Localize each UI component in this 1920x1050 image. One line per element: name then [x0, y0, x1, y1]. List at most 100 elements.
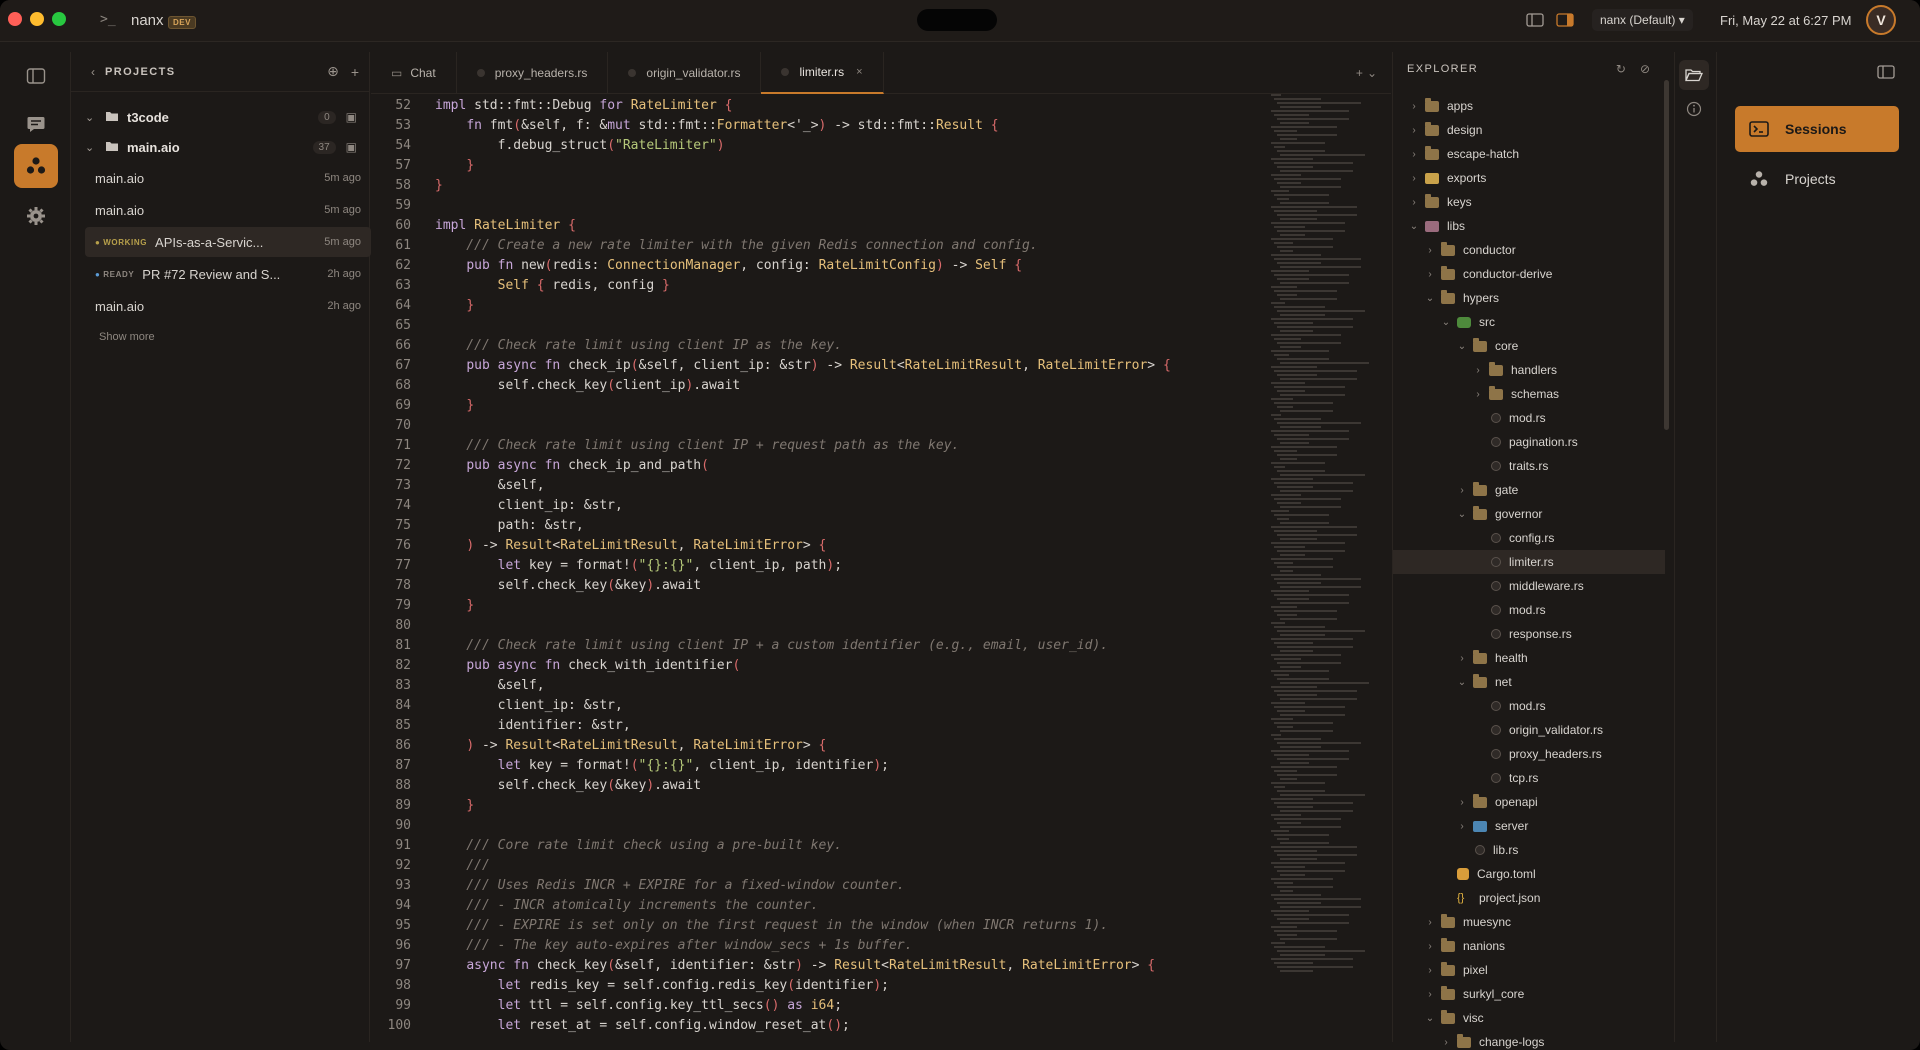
chevron-right-icon[interactable]: › [1423, 245, 1437, 256]
settings-button[interactable] [14, 194, 58, 238]
tree-folder-item[interactable]: › change-logs [1393, 1030, 1665, 1050]
hide-icon[interactable]: ⊘ [1640, 62, 1650, 76]
project-group-main-aio[interactable]: ⌄ main.aio 37 ▣ [71, 132, 371, 162]
code-line[interactable]: 77 let key = format!("{}:{}", client_ip,… [371, 556, 1271, 576]
tree-file-item[interactable]: proxy_headers.rs [1393, 742, 1665, 766]
chevron-right-icon[interactable]: › [1407, 149, 1421, 160]
tab-proxy-headers[interactable]: proxy_headers.rs [457, 52, 609, 94]
tree-folder-item[interactable]: › openapi [1393, 790, 1665, 814]
code-line[interactable]: 74 client_ip: &str, [371, 496, 1271, 516]
chevron-right-icon[interactable]: › [1407, 125, 1421, 136]
code-line[interactable]: 70 [371, 416, 1271, 436]
chevron-down-icon[interactable]: ⌄ [1423, 293, 1437, 304]
code-line[interactable]: 96 /// - The key auto-expires after wind… [371, 936, 1271, 956]
chevron-right-icon[interactable]: › [1455, 653, 1469, 664]
code-line[interactable]: 75 path: &str, [371, 516, 1271, 536]
session-item-active[interactable]: ● WORKING APIs-as-a-Servic... 5m ago [85, 227, 371, 257]
code-line[interactable]: 84 client_ip: &str, [371, 696, 1271, 716]
chevron-down-icon[interactable]: ⌄ [1455, 509, 1469, 520]
tree-folder-item[interactable]: ⌄ visc [1393, 1006, 1665, 1030]
code-line[interactable]: 92 /// [371, 856, 1271, 876]
code-line[interactable]: 82 pub async fn check_with_identifier( [371, 656, 1271, 676]
code-line[interactable]: 93 /// Uses Redis INCR + EXPIRE for a fi… [371, 876, 1271, 896]
add-project-icon[interactable]: + [351, 64, 359, 80]
tree-folder-item[interactable]: ⌄ hypers [1393, 286, 1665, 310]
workspace-selector[interactable]: nanx (Default) ▾ [1592, 9, 1693, 31]
chat-button[interactable] [14, 102, 58, 146]
tree-file-item[interactable]: pagination.rs [1393, 430, 1665, 454]
collapse-chevron-icon[interactable]: ‹ [91, 65, 95, 79]
chevron-right-icon[interactable]: › [1407, 197, 1421, 208]
code-line[interactable]: 58} [371, 176, 1271, 196]
code-line[interactable]: 97 async fn check_key(&self, identifier:… [371, 956, 1271, 976]
code-line[interactable]: 86 ) -> Result<RateLimitResult, RateLimi… [371, 736, 1271, 756]
code-line[interactable]: 57 } [371, 156, 1271, 176]
code-line[interactable]: 63 Self { redis, config } [371, 276, 1271, 296]
tree-file-item[interactable]: origin_validator.rs [1393, 718, 1665, 742]
tree-folder-item[interactable]: › pixel [1393, 958, 1665, 982]
code-line[interactable]: 73 &self, [371, 476, 1271, 496]
tree-folder-item[interactable]: ⌄ governor [1393, 502, 1665, 526]
code-line[interactable]: 67 pub async fn check_ip(&self, client_i… [371, 356, 1271, 376]
tree-folder-item[interactable]: › health [1393, 646, 1665, 670]
info-button[interactable] [1679, 94, 1709, 124]
code-line[interactable]: 60 impl RateLimiter { [371, 216, 1271, 236]
code-line[interactable]: 52 impl std::fmt::Debug for RateLimiter { [371, 96, 1271, 116]
chevron-right-icon[interactable]: › [1423, 965, 1437, 976]
tree-folder-item[interactable]: › nanions [1393, 934, 1665, 958]
chevron-right-icon[interactable]: › [1423, 989, 1437, 1000]
tree-folder-item[interactable]: › handlers [1393, 358, 1665, 382]
tree-folder-item[interactable]: › escape-hatch [1393, 142, 1665, 166]
explorer-toggle-button[interactable] [1679, 60, 1709, 90]
zoom-window-button[interactable] [52, 12, 66, 26]
code-area[interactable]: 52 impl std::fmt::Debug for RateLimiter {… [371, 96, 1271, 1042]
session-item[interactable]: ● READY PR #72 Review and S... 2h ago [85, 259, 371, 289]
tree-file-item[interactable]: mod.rs [1393, 694, 1665, 718]
tab-limiter[interactable]: limiter.rs × [761, 52, 884, 94]
chevron-right-icon[interactable]: › [1407, 101, 1421, 112]
tree-file-item[interactable]: tcp.rs [1393, 766, 1665, 790]
chevron-right-icon[interactable]: › [1471, 365, 1485, 376]
tree-file-item[interactable]: {} project.json [1393, 886, 1665, 910]
tree-folder-item[interactable]: ⌄ core [1393, 334, 1665, 358]
chevron-down-icon[interactable]: ⌄ [1423, 1013, 1437, 1024]
minimize-window-button[interactable] [30, 12, 44, 26]
tree-folder-item[interactable]: ⌄ libs [1393, 214, 1665, 238]
session-item[interactable]: main.aio 5m ago [85, 195, 371, 225]
tree-file-item[interactable]: mod.rs [1393, 406, 1665, 430]
tree-folder-item[interactable]: › schemas [1393, 382, 1665, 406]
code-line[interactable]: 78 self.check_key(&key).await [371, 576, 1271, 596]
chevron-right-icon[interactable]: › [1423, 941, 1437, 952]
tree-file-item[interactable]: mod.rs [1393, 598, 1665, 622]
chevron-right-icon[interactable]: › [1455, 485, 1469, 496]
chevron-down-icon[interactable]: ⌄ [1455, 677, 1469, 688]
panel-toggle-icon[interactable] [1877, 64, 1895, 83]
tree-folder-item[interactable]: › surkyl_core [1393, 982, 1665, 1006]
tab-chat[interactable]: ▭ Chat [371, 52, 457, 94]
code-line[interactable]: 68 self.check_key(client_ip).await [371, 376, 1271, 396]
code-line[interactable]: 53 fn fmt(&self, f: &mut std::fmt::Forma… [371, 116, 1271, 136]
tree-file-item[interactable]: traits.rs [1393, 454, 1665, 478]
code-line[interactable]: 95 /// - EXPIRE is set only on the first… [371, 916, 1271, 936]
tree-file-item[interactable]: middleware.rs [1393, 574, 1665, 598]
toggle-left-panel-icon[interactable] [1526, 12, 1544, 28]
session-item[interactable]: main.aio 2h ago [85, 291, 371, 321]
code-line[interactable]: 54 f.debug_struct("RateLimiter") [371, 136, 1271, 156]
show-more-link[interactable]: Show more [99, 331, 155, 343]
chevron-right-icon[interactable]: › [1455, 797, 1469, 808]
project-group-t3code[interactable]: ⌄ t3code 0 ▣ [71, 102, 371, 132]
code-line[interactable]: 89 } [371, 796, 1271, 816]
code-line[interactable]: 65 [371, 316, 1271, 336]
chevron-right-icon[interactable]: › [1439, 1037, 1453, 1048]
sessions-button[interactable]: Sessions [1735, 106, 1899, 152]
add-tab-button[interactable]: + [1356, 66, 1363, 80]
code-line[interactable]: 98 let redis_key = self.config.redis_key… [371, 976, 1271, 996]
code-line[interactable]: 81 /// Check rate limit using client IP … [371, 636, 1271, 656]
tree-folder-item[interactable]: › keys [1393, 190, 1665, 214]
toggle-right-panel-icon[interactable] [1556, 12, 1574, 28]
chevron-down-icon[interactable]: ⌄ [1439, 317, 1453, 328]
code-line[interactable]: 64 } [371, 296, 1271, 316]
chevron-right-icon[interactable]: › [1407, 173, 1421, 184]
close-icon[interactable]: × [856, 66, 862, 78]
session-item[interactable]: main.aio 5m ago [85, 163, 371, 193]
